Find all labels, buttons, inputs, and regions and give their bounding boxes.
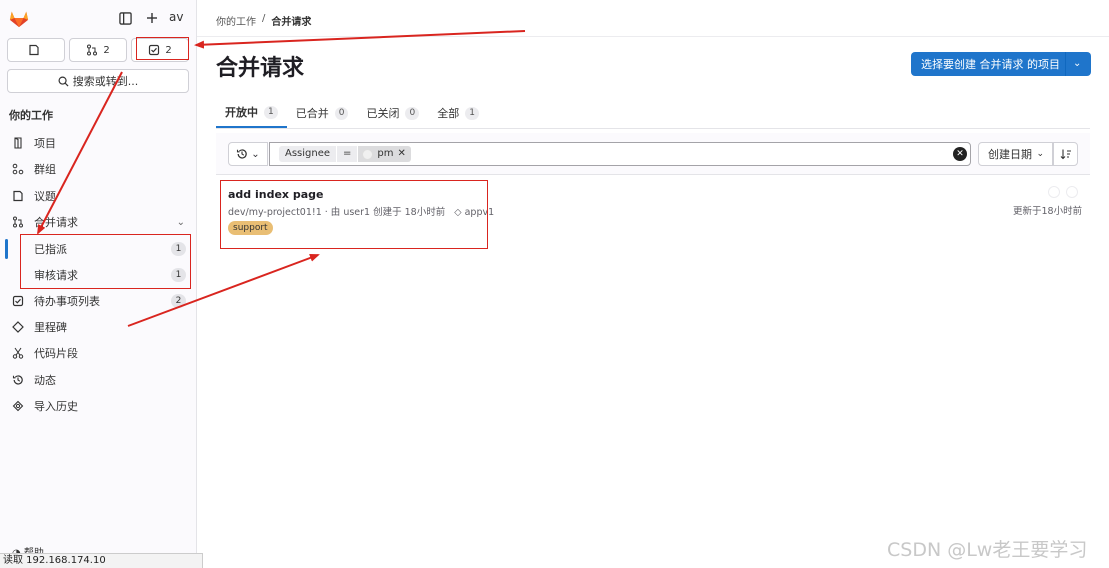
sidebar-item-todos[interactable]: 待办事项列表 2	[0, 289, 197, 313]
section-title: 你的工作	[9, 109, 53, 122]
annotation-box-assigned	[20, 234, 191, 289]
sidebar-item-label: 待办事项列表	[34, 295, 100, 308]
tab-merged[interactable]: 已合并 0	[287, 98, 358, 128]
select-project-label: 选择要创建 合并请求 的项目	[921, 58, 1060, 71]
tab-count: 1	[264, 105, 278, 119]
tab-label: 已合并	[295, 107, 329, 120]
breadcrumb-current: 合并请求	[271, 17, 312, 28]
watermark: CSDN @Lw老王要学习	[887, 539, 1088, 561]
status-circle-icon	[1066, 186, 1078, 198]
merge-requests-count: 2	[103, 44, 110, 56]
clear-search-icon[interactable]: ✕	[953, 147, 967, 161]
chevron-down-icon: ⌄	[176, 216, 185, 228]
mr-state-tabs: 开放中 1 已合并 0 已关闭 0 全部 1	[216, 98, 488, 128]
issues-count-button[interactable]	[7, 38, 65, 62]
sort-direction-icon	[1060, 149, 1071, 160]
page-title: 合并请求	[216, 56, 305, 81]
chevron-down-icon[interactable]: ⌄	[1073, 58, 1081, 69]
sidebar-item-groups[interactable]: 群组	[0, 157, 197, 181]
chevron-down-icon: ⌄	[251, 148, 260, 160]
sidebar-item-label: 里程碑	[34, 321, 67, 334]
user-avatar-icon	[362, 148, 374, 160]
project-icon	[11, 136, 25, 150]
tab-all[interactable]: 全部 1	[428, 98, 488, 128]
tab-label: 已关闭	[366, 107, 400, 120]
chevron-down-icon: ⌄	[1036, 149, 1044, 159]
sort-dropdown[interactable]: 创建日期 ⌄	[978, 142, 1053, 166]
sort-label: 创建日期	[988, 148, 1032, 161]
sidebar-item-issues[interactable]: 议题	[0, 184, 197, 208]
tab-count: 0	[405, 106, 420, 120]
issues-icon	[28, 44, 39, 56]
token-value-chip: pm ✕	[358, 146, 411, 162]
breadcrumb-separator: /	[262, 13, 266, 24]
token-field: Assignee	[279, 146, 337, 162]
activity-icon	[11, 373, 25, 387]
mr-updated: 更新于18小时前	[1013, 206, 1083, 217]
tab-label: 全部	[437, 107, 460, 120]
gitlab-logo-icon[interactable]	[8, 8, 30, 28]
tabs-divider	[216, 128, 1090, 129]
sidebar-top: av	[0, 0, 197, 36]
sidebar-item-label: 合并请求	[34, 216, 78, 229]
sidebar-item-label: 议题	[34, 190, 56, 203]
import-icon	[11, 399, 25, 413]
tab-closed[interactable]: 已关闭 0	[357, 98, 428, 128]
merge-request-icon	[11, 215, 25, 229]
avatar[interactable]: av	[169, 10, 183, 24]
sidebar-item-activity[interactable]: 动态	[0, 368, 197, 392]
search-icon	[58, 76, 69, 87]
token-operator: =	[337, 146, 358, 162]
sidebar-item-projects[interactable]: 项目	[0, 131, 197, 155]
sidebar-item-milestones[interactable]: 里程碑	[0, 315, 197, 339]
breadcrumb: 你的工作 / 合并请求	[216, 13, 311, 28]
snippet-icon	[11, 346, 25, 360]
sidebar-item-label: 代码片段	[34, 347, 78, 360]
token-value: pm	[377, 148, 394, 159]
sidebar-item-import-history[interactable]: 导入历史	[0, 394, 197, 418]
sidebar-item-snippets[interactable]: 代码片段	[0, 341, 197, 365]
close-icon[interactable]: ✕	[398, 146, 406, 162]
search-button[interactable]: 搜索或转到...	[7, 69, 189, 93]
issues-icon	[11, 189, 25, 203]
count-badge: 2	[171, 294, 186, 308]
search-history-button[interactable]: ⌄	[228, 142, 268, 166]
browser-status-bar: 读取 192.168.174.10	[0, 553, 203, 568]
header-divider	[197, 36, 1109, 37]
merge-requests-count-button[interactable]: 2	[69, 38, 127, 62]
sidebar-item-label: 群组	[34, 163, 56, 176]
sidebar-toggle-icon[interactable]	[116, 9, 134, 27]
todo-icon	[11, 294, 25, 308]
tab-label: 开放中	[225, 106, 258, 119]
history-icon	[237, 149, 248, 159]
annotation-box-todos	[136, 37, 189, 60]
annotation-box-mr	[220, 180, 488, 249]
select-project-button[interactable]: 选择要创建 合并请求 的项目 ⌄	[911, 52, 1091, 76]
annotation-arrow	[194, 30, 526, 49]
milestone-icon	[11, 320, 25, 334]
button-divider	[1065, 52, 1066, 76]
sidebar-item-label: 导入历史	[34, 400, 78, 413]
merge-request-icon	[87, 44, 98, 56]
tab-count: 0	[334, 106, 349, 120]
sort-direction-button[interactable]	[1053, 142, 1078, 166]
search-label: 搜索或转到...	[72, 75, 139, 88]
tab-open[interactable]: 开放中 1	[216, 98, 287, 128]
sidebar-item-merge-requests[interactable]: 合并请求 ⌄	[0, 210, 197, 234]
tab-count: 1	[465, 106, 479, 120]
filter-token[interactable]: Assignee = pm ✕	[279, 146, 411, 162]
status-circle-icon	[1048, 186, 1060, 198]
sidebar-item-label: 动态	[34, 374, 56, 387]
sidebar-item-label: 项目	[34, 137, 56, 150]
group-icon	[11, 162, 25, 176]
plus-icon[interactable]	[143, 9, 161, 27]
breadcrumb-parent[interactable]: 你的工作	[216, 13, 256, 28]
